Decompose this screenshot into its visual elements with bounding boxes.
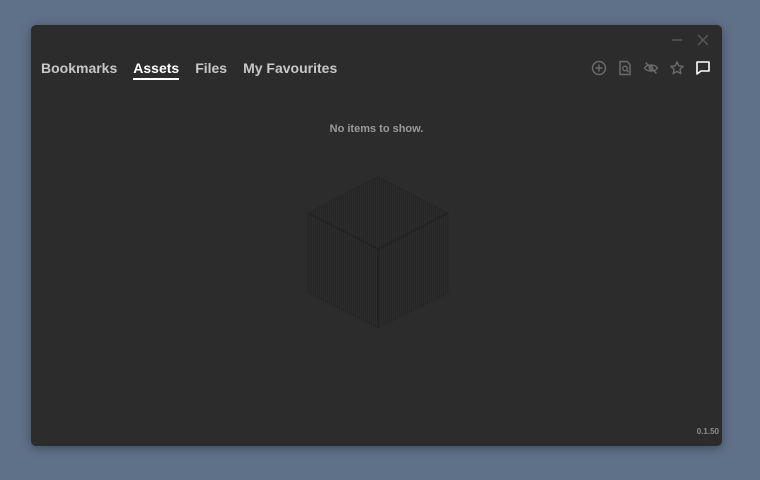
- comment-button[interactable]: [693, 59, 713, 77]
- close-icon: [697, 34, 709, 46]
- favourite-button[interactable]: [667, 59, 687, 77]
- tab-my-favourites[interactable]: My Favourites: [243, 60, 337, 80]
- close-button[interactable]: [694, 31, 712, 49]
- star-icon: [670, 61, 684, 75]
- tab-files[interactable]: Files: [195, 60, 227, 80]
- version-label: 0.1.50: [696, 427, 719, 436]
- file-search-icon: [619, 60, 631, 76]
- minimize-button[interactable]: [668, 31, 686, 49]
- empty-message: No items to show.: [329, 123, 424, 135]
- toggle-hidden-button[interactable]: [641, 59, 661, 77]
- file-search-button[interactable]: [615, 59, 635, 77]
- comment-icon: [696, 61, 710, 75]
- tab-bar: Bookmarks Assets Files My Favourites: [41, 60, 353, 80]
- empty-cube-icon: [307, 176, 449, 329]
- main-window: Bookmarks Assets Files My Favourites No …: [31, 25, 722, 446]
- add-circle-icon: [591, 60, 607, 76]
- tab-assets[interactable]: Assets: [133, 60, 180, 80]
- add-button[interactable]: [589, 59, 609, 77]
- toolbar: [589, 59, 719, 77]
- hidden-eye-icon: [643, 62, 659, 74]
- tab-bookmarks[interactable]: Bookmarks: [41, 60, 117, 80]
- minimize-icon: [672, 39, 682, 41]
